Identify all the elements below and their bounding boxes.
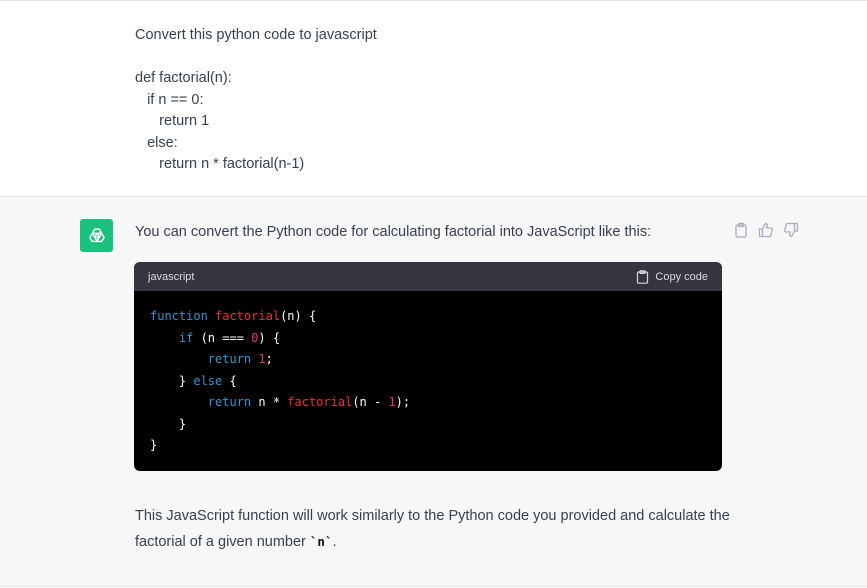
- clipboard-icon[interactable]: [733, 222, 749, 238]
- code-token: n *: [251, 395, 288, 409]
- code-token: 1: [258, 352, 266, 366]
- code-content: function factorial(n) { if (n === 0) { r…: [134, 291, 722, 471]
- user-message-text: Convert this python code to javascript d…: [135, 27, 377, 172]
- code-token: return: [207, 395, 252, 409]
- code-token: factorial: [215, 309, 281, 323]
- code-line: return 1;: [150, 349, 706, 371]
- message-actions: [733, 222, 799, 238]
- copy-code-label: Copy code: [655, 270, 708, 283]
- code-token: (n -: [352, 395, 389, 409]
- code-token: }: [150, 438, 158, 452]
- code-line: }: [150, 435, 706, 457]
- code-block-header: javascript Copy code: [134, 262, 722, 291]
- code-token: else: [193, 373, 223, 388]
- assistant-outro-text: This JavaScript function will work simil…: [135, 504, 735, 555]
- code-line: if (n === 0) {: [150, 328, 706, 350]
- assistant-message: You can convert the Python code for calc…: [0, 197, 867, 587]
- user-message: Convert this python code to javascript d…: [0, 1, 867, 197]
- code-token: function: [150, 309, 208, 323]
- code-line: function factorial(n) {: [150, 306, 706, 328]
- code-token: }: [150, 416, 187, 431]
- code-language-label: javascript: [148, 270, 195, 283]
- code-line: } else {: [150, 371, 706, 393]
- assistant-avatar: [80, 219, 113, 252]
- code-token: return: [207, 352, 252, 366]
- code-token: factorial: [287, 395, 353, 409]
- thumbs-up-icon[interactable]: [758, 222, 774, 238]
- inline-code: `n`: [309, 534, 333, 549]
- assistant-intro-text: You can convert the Python code for calc…: [135, 224, 652, 240]
- code-token: if: [178, 330, 194, 345]
- thumbs-down-icon[interactable]: [783, 222, 799, 238]
- code-line: return n * factorial(n - 1);: [150, 392, 706, 414]
- code-token: ;: [265, 352, 273, 366]
- code-block: javascript Copy code function factorial(…: [134, 262, 722, 471]
- openai-logo-icon: [88, 227, 105, 242]
- code-token: {: [222, 373, 237, 388]
- code-token: ) {: [258, 330, 281, 345]
- copy-code-button[interactable]: Copy code: [636, 269, 708, 284]
- outro-text: This JavaScript function will work simil…: [135, 508, 730, 550]
- code-token: 1: [388, 395, 396, 409]
- code-token: (n) {: [280, 309, 317, 323]
- outro-end: .: [332, 534, 337, 550]
- code-token: (n ===: [193, 330, 252, 345]
- clipboard-icon: [637, 269, 649, 284]
- code-token: );: [395, 395, 411, 409]
- code-token: }: [150, 373, 194, 388]
- code-line: }: [150, 414, 706, 436]
